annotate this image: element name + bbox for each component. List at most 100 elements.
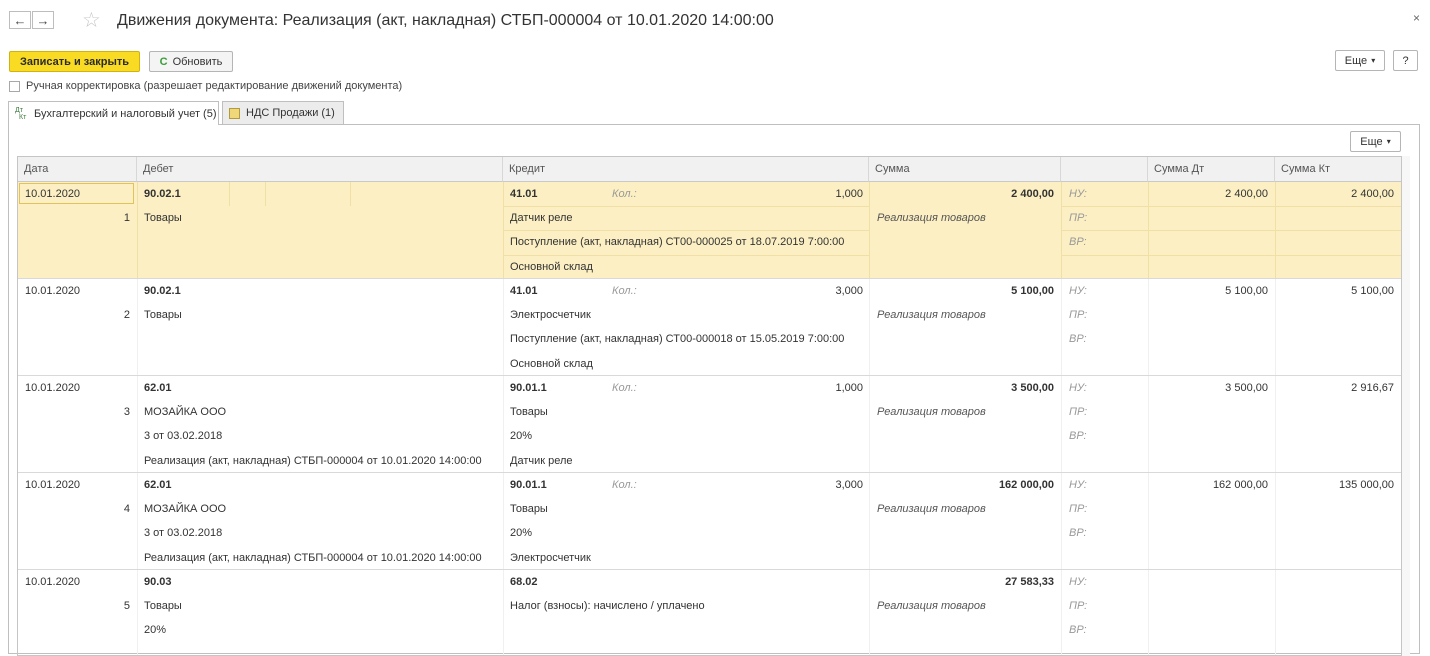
debit-subconto: МОЗАЙКА ООО (144, 503, 227, 516)
sum-value: 2 400,00 (1011, 188, 1054, 200)
quantity-label: Кол.: (612, 188, 637, 200)
debit-subconto: Товары (144, 212, 182, 225)
accounting-type-label: НУ: (1069, 285, 1087, 297)
column-divider (1061, 376, 1062, 472)
debit-subconto: Товары (144, 600, 182, 613)
tab-accounting[interactable]: Дт Кт Бухгалтерский и налоговый учет (5) (8, 101, 219, 125)
row-number: 5 (123, 600, 130, 613)
column-divider (1275, 473, 1276, 569)
accounting-type-label: ВР: (1069, 236, 1087, 249)
table-row[interactable]: 10.01.2020 4 62.01 МОЗАЙКА ООО 3 от 03.02.20… (18, 473, 1401, 570)
column-header-credit[interactable]: Кредит (503, 157, 869, 182)
table-row[interactable]: 10.01.2020 1 90.02.1 Товары 41.01 Датчик реле… (18, 182, 1401, 279)
accounting-type-label: НУ: (1069, 576, 1087, 588)
column-divider (869, 376, 870, 472)
accounting-type-label: ВР: (1069, 333, 1087, 346)
accounting-type-label: ВР: (1069, 527, 1087, 540)
arrow-left-icon: ← (13, 12, 27, 28)
accounting-type-label: ВР: (1069, 430, 1087, 443)
table-row[interactable]: 10.01.2020 2 90.02.1 Товары 41.01 Электросчет… (18, 279, 1401, 376)
column-divider (1148, 473, 1149, 569)
column-header-date[interactable]: Дата (18, 157, 137, 182)
column-divider (869, 570, 870, 655)
credit-subconto: Основной склад (510, 357, 593, 370)
subrow-divider (503, 230, 869, 232)
debit-account: 90.02.1 (144, 188, 181, 200)
column-divider (503, 570, 504, 655)
debit-subconto: Реализация (акт, накладная) СТБП-000004 … (144, 454, 482, 467)
more-button[interactable]: Еще ▾ (1335, 50, 1385, 71)
column-header-sum-dt[interactable]: Сумма Дт (1148, 157, 1275, 182)
debit-subconto: МОЗАЙКА ООО (144, 406, 227, 419)
row-number: 2 (123, 309, 130, 322)
sum-kt-value: 135 000,00 (1338, 479, 1394, 491)
column-header-accounting-type[interactable] (1061, 157, 1148, 182)
credit-subconto: Электросчетчик (510, 309, 591, 322)
tab-vat-sales[interactable]: НДС Продажи (1) (222, 101, 344, 124)
column-divider (137, 182, 138, 278)
quantity-value: 3,000 (835, 285, 863, 297)
column-divider (1061, 473, 1062, 569)
debit-subconto: 3 от 03.02.2018 (144, 430, 223, 443)
credit-subconto: Датчик реле (510, 454, 573, 467)
sum-value: 27 583,33 (1005, 576, 1054, 588)
credit-account: 90.01.1 (510, 382, 547, 394)
debit-account: 90.03 (144, 576, 172, 588)
window-title: Движения документа: Реализация (акт, нак… (117, 12, 774, 29)
table-row[interactable]: 10.01.2020 3 62.01 МОЗАЙКА ООО 3 от 03.02.20… (18, 376, 1401, 473)
debit-account: 62.01 (144, 382, 172, 394)
column-divider (1275, 279, 1276, 375)
table-more-button[interactable]: Еще ▾ (1350, 131, 1401, 152)
sum-dt-value: 162 000,00 (1212, 479, 1268, 491)
scrollbar[interactable] (1402, 156, 1410, 656)
manual-correction-checkbox[interactable] (9, 81, 20, 92)
debit-subconto: 20% (144, 624, 167, 637)
save-and-close-button[interactable]: Записать и закрыть (9, 51, 140, 72)
refresh-button[interactable]: C Обновить (149, 51, 233, 72)
credit-subconto: 20% (510, 430, 533, 443)
accounting-type-label: ВР: (1069, 624, 1087, 637)
debit-subconto: Товары (144, 309, 182, 322)
subrow-divider (1061, 254, 1401, 256)
content-cell: Реализация товаров (877, 212, 986, 225)
row-number: 3 (123, 406, 130, 419)
date-cell: 10.01.2020 (25, 479, 81, 491)
close-icon[interactable]: × (1413, 11, 1420, 25)
quantity-value: 1,000 (835, 188, 863, 200)
accounting-type-label: ПР: (1069, 503, 1088, 516)
subrow-divider (1061, 206, 1401, 208)
sum-value: 3 500,00 (1011, 382, 1054, 394)
forward-button[interactable]: → (32, 11, 54, 29)
help-button[interactable]: ? (1393, 50, 1418, 71)
credit-subconto: Налог (взносы): начислено / уплачено (510, 600, 705, 613)
column-header-debit[interactable]: Дебет (137, 157, 503, 182)
sum-kt-value: 5 100,00 (1351, 285, 1394, 297)
sum-value: 162 000,00 (998, 479, 1054, 491)
quantity-label: Кол.: (612, 382, 637, 394)
column-divider (503, 279, 504, 375)
column-divider (137, 279, 138, 375)
chevron-down-icon: ▾ (1371, 56, 1376, 65)
row-number: 1 (123, 212, 130, 225)
manual-correction-label: Ручная корректировка (разрешает редактир… (26, 80, 403, 92)
subcell-divider (350, 182, 352, 206)
sum-value: 5 100,00 (1011, 285, 1054, 297)
column-divider (137, 473, 138, 569)
quantity-value: 1,000 (835, 382, 863, 394)
subrow-divider (503, 254, 869, 256)
accounting-type-label: НУ: (1069, 188, 1087, 200)
column-header-sum-kt[interactable]: Сумма Кт (1275, 157, 1401, 182)
column-divider (1061, 570, 1062, 655)
back-button[interactable]: ← (9, 11, 31, 29)
sum-dt-value: 5 100,00 (1225, 285, 1268, 297)
chevron-down-icon: ▾ (1386, 137, 1391, 146)
table-row[interactable]: 10.01.2020 5 90.03 Товары 20% 68.02 Налог (взн… (18, 570, 1401, 655)
movements-table: Дата Дебет Кредит Сумма Сумма Дт Сумма К… (17, 156, 1402, 656)
content-cell: Реализация товаров (877, 503, 986, 516)
content-cell: Реализация товаров (877, 600, 986, 613)
star-icon[interactable]: ☆ (82, 8, 101, 33)
credit-subconto: Поступление (акт, накладная) СТ00-000018… (510, 333, 845, 346)
debit-subconto: 3 от 03.02.2018 (144, 527, 223, 540)
column-header-sum[interactable]: Сумма (869, 157, 1061, 182)
column-divider (1275, 570, 1276, 655)
